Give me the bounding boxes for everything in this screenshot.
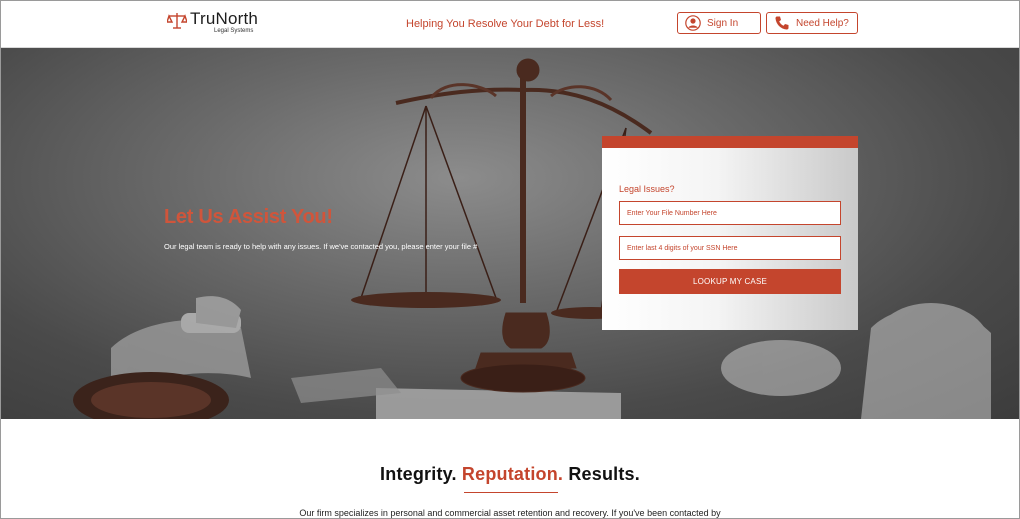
scales-icon (167, 13, 187, 29)
hero-title: Let Us Assist You! (164, 206, 333, 228)
firm-description: Our firm specializes in personal and com… (299, 508, 721, 518)
need-help-button[interactable]: Need Help? (766, 12, 858, 34)
lookup-case-button[interactable]: LOOKUP MY CASE (619, 269, 841, 294)
form-label: Legal Issues? (619, 184, 675, 194)
phone-icon (775, 16, 789, 30)
justice-scale-illustration (73, 58, 991, 419)
values-heading: Integrity. Reputation. Results. (1, 464, 1019, 485)
site-header: TruNorth Legal Systems Helping You Resol… (1, 1, 1019, 48)
case-lookup-form: Legal Issues? Enter Your File Number Her… (602, 136, 858, 330)
ssn-last4-input[interactable]: Enter last 4 digits of your SSN Here (619, 236, 841, 260)
header-tagline: Helping You Resolve Your Debt for Less! (406, 18, 605, 30)
hero-banner: Let Us Assist You! Our legal team is rea… (1, 48, 1019, 419)
sign-in-label: Sign In (707, 17, 739, 29)
file-number-input[interactable]: Enter Your File Number Here (619, 201, 841, 225)
value-reputation: Reputation. (461, 464, 564, 484)
brand-logo[interactable]: TruNorth Legal Systems (167, 10, 258, 38)
need-help-label: Need Help? (796, 17, 849, 29)
heading-underline (464, 492, 558, 493)
sign-in-button[interactable]: Sign In (677, 12, 761, 34)
value-results: Results. (568, 464, 640, 484)
hero-description: Our legal team is ready to help with any… (164, 242, 478, 251)
value-integrity: Integrity. (380, 464, 457, 484)
user-icon (685, 15, 701, 31)
brand-name: TruNorth (190, 9, 259, 28)
form-top-bar (602, 136, 858, 148)
brand-subtitle: Legal Systems (214, 28, 254, 34)
